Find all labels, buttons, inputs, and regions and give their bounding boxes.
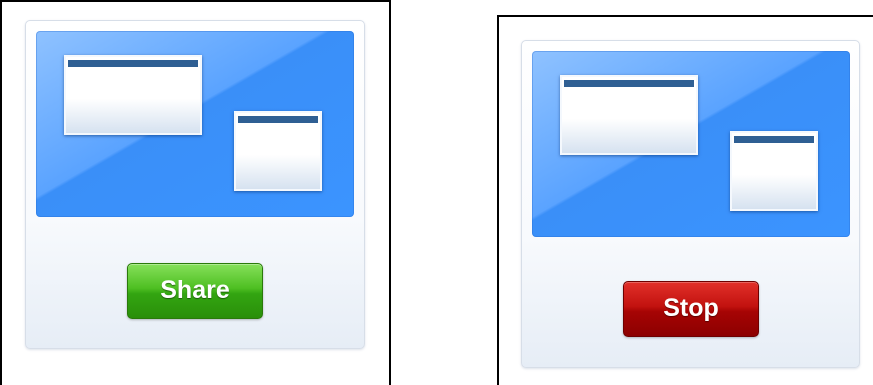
share-card: Share: [25, 20, 365, 349]
window-icon: [64, 55, 202, 135]
stop-card: Stop: [521, 40, 860, 368]
window-icon: [560, 75, 698, 155]
stop-button[interactable]: Stop: [623, 281, 759, 337]
window-title-bar: [68, 60, 198, 67]
share-button[interactable]: Share: [127, 263, 263, 319]
window-title-bar: [564, 80, 694, 87]
screen-share-preview-icon: [36, 31, 354, 217]
window-title-bar: [238, 116, 318, 123]
window-icon: [234, 111, 322, 191]
screen-share-preview-icon: [532, 51, 850, 237]
stop-panel: Stop: [497, 15, 873, 385]
window-title-bar: [734, 136, 814, 143]
share-panel: Share: [0, 0, 391, 385]
window-icon: [730, 131, 818, 211]
